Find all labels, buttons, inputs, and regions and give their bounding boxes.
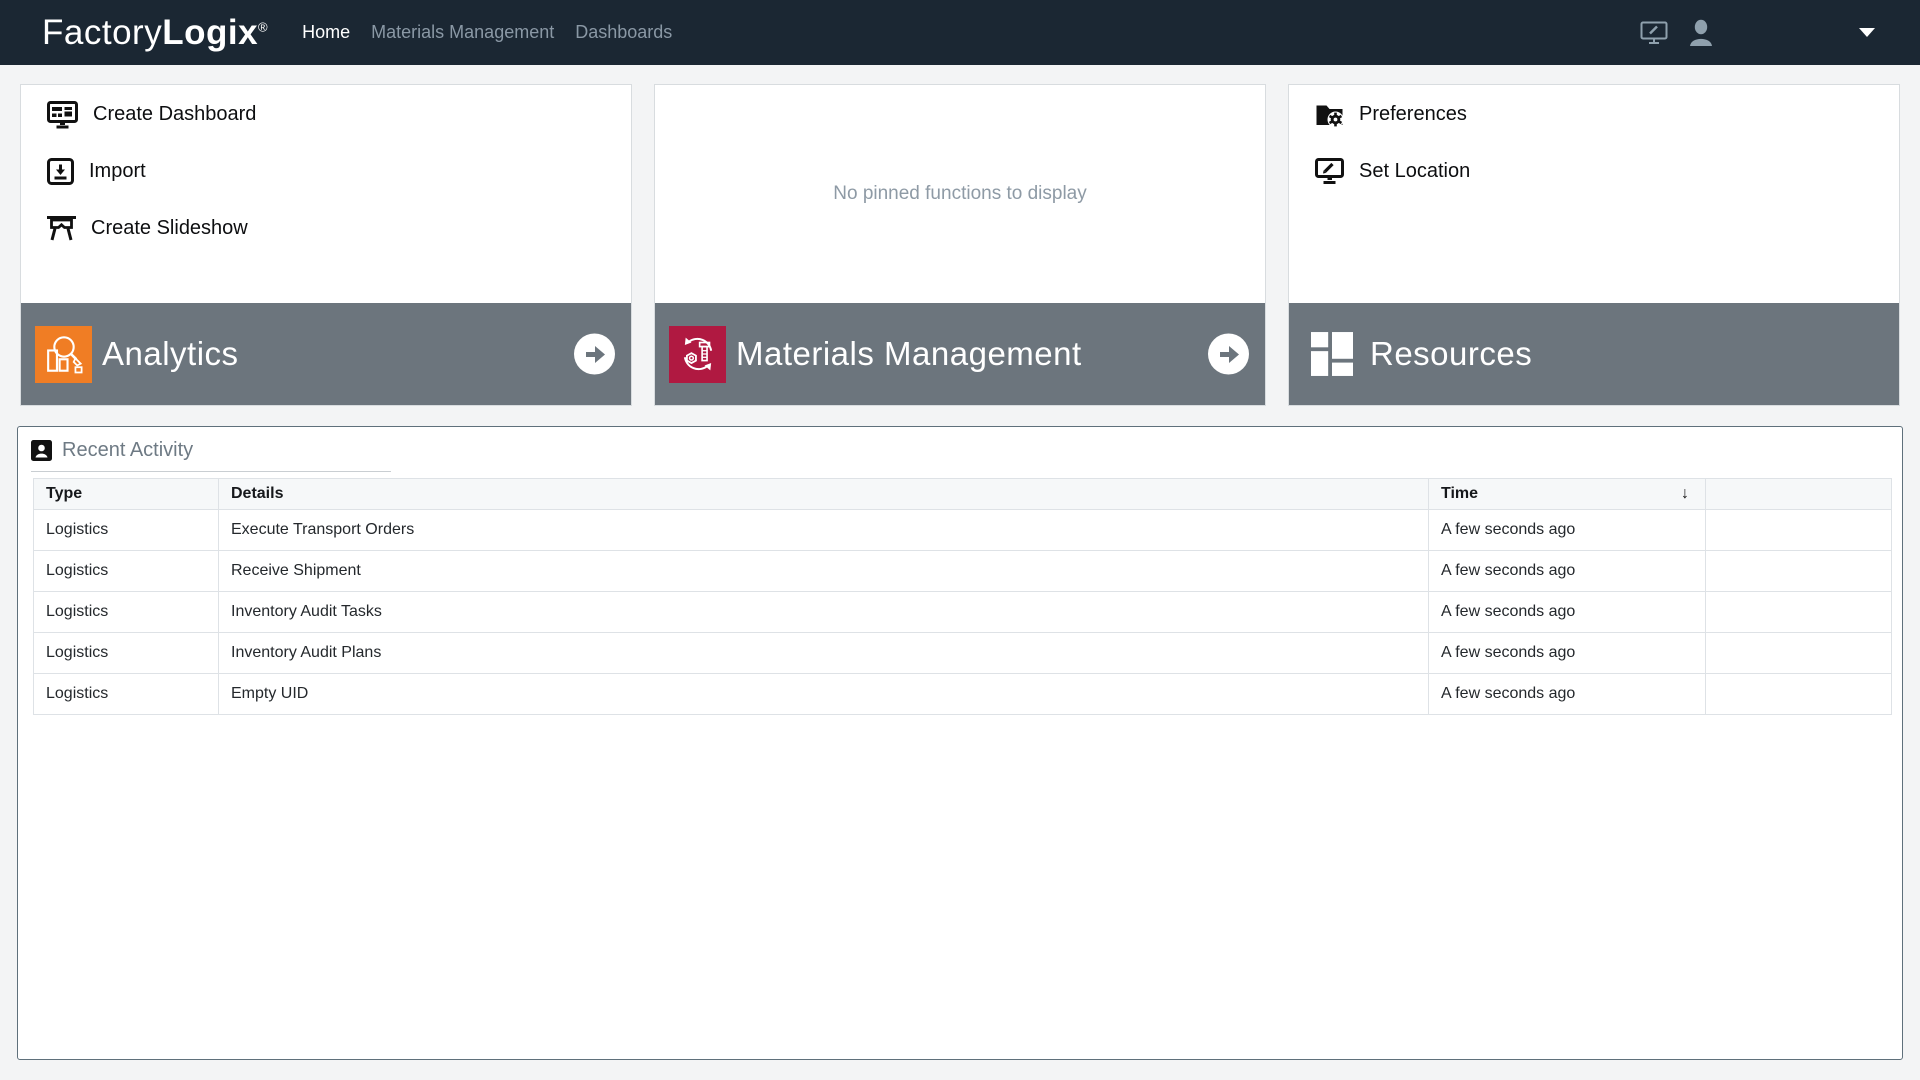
materials-band[interactable]: Materials Management: [655, 303, 1265, 405]
row-3-details: Inventory Audit Tasks: [219, 592, 1429, 633]
user-icon[interactable]: [1688, 19, 1714, 46]
create-slideshow-item[interactable]: Create Slideshow: [47, 200, 631, 257]
resources-band-title: Resources: [1370, 335, 1532, 373]
row-4-time: A few seconds ago: [1429, 633, 1706, 674]
resources-card: Preferences Set Location: [1288, 84, 1900, 406]
row-4-empty: [1706, 633, 1892, 674]
set-location-icon: [1315, 158, 1344, 185]
preferences-label: Preferences: [1359, 103, 1467, 126]
recent-activity-panel: Recent Activity Type Details Time ↓ Logi…: [17, 426, 1903, 1060]
column-header-time-label: Time: [1441, 485, 1478, 502]
top-navbar: FactoryLogix® Home Materials Management …: [0, 0, 1920, 65]
materials-band-title: Materials Management: [736, 335, 1082, 373]
create-slideshow-label: Create Slideshow: [91, 217, 248, 240]
row-5-empty: [1706, 674, 1892, 715]
recent-activity-title: Recent Activity: [62, 439, 193, 462]
create-slideshow-icon: [47, 215, 76, 242]
activity-row-2[interactable]: Logistics Receive Shipment A few seconds…: [34, 551, 1892, 592]
analytics-arrow-icon[interactable]: [574, 334, 615, 375]
create-dashboard-label: Create Dashboard: [93, 103, 256, 126]
materials-card-body: No pinned functions to display: [655, 85, 1265, 303]
recent-activity-table: Type Details Time ↓ Logistics Execute Tr…: [33, 478, 1892, 715]
resources-icon: [1303, 326, 1360, 383]
create-dashboard-icon: [47, 101, 78, 129]
column-header-type[interactable]: Type: [34, 479, 219, 510]
activity-row-4[interactable]: Logistics Inventory Audit Plans A few se…: [34, 633, 1892, 674]
nav-item-home[interactable]: Home: [300, 18, 352, 47]
navbar-right-group: [1640, 19, 1875, 46]
column-header-empty: [1706, 479, 1892, 510]
row-5-time: A few seconds ago: [1429, 674, 1706, 715]
caret-down-icon[interactable]: [1859, 28, 1875, 37]
sort-descending-icon: ↓: [1681, 485, 1689, 503]
resources-card-body: Preferences Set Location: [1289, 85, 1899, 303]
row-1-details: Execute Transport Orders: [219, 510, 1429, 551]
preferences-item[interactable]: Preferences: [1315, 86, 1899, 143]
registered-mark: ®: [258, 19, 268, 34]
row-1-empty: [1706, 510, 1892, 551]
row-2-time: A few seconds ago: [1429, 551, 1706, 592]
row-4-details: Inventory Audit Plans: [219, 633, 1429, 674]
set-location-item[interactable]: Set Location: [1315, 143, 1899, 200]
row-5-type: Logistics: [34, 674, 219, 715]
no-pinned-functions-text: No pinned functions to display: [833, 183, 1087, 205]
preferences-icon: [1315, 102, 1344, 127]
row-4-type: Logistics: [34, 633, 219, 674]
materials-management-icon: [669, 326, 726, 383]
import-item[interactable]: Import: [47, 143, 631, 200]
column-header-details[interactable]: Details: [219, 479, 1429, 510]
row-3-type: Logistics: [34, 592, 219, 633]
table-header-row: Type Details Time ↓: [34, 479, 1892, 510]
row-3-time: A few seconds ago: [1429, 592, 1706, 633]
nav-item-dashboards[interactable]: Dashboards: [573, 18, 674, 47]
column-header-time[interactable]: Time ↓: [1429, 479, 1706, 510]
contact-card-icon: [31, 440, 52, 461]
analytics-band[interactable]: Analytics: [21, 303, 631, 405]
main-nav: Home Materials Management Dashboards: [300, 18, 674, 47]
analytics-icon: [35, 326, 92, 383]
analytics-card-body: Create Dashboard Import: [21, 85, 631, 303]
factorylogix-logo: FactoryLogix®: [42, 13, 268, 53]
row-5-details: Empty UID: [219, 674, 1429, 715]
resources-band[interactable]: Resources: [1289, 303, 1899, 405]
activity-row-1[interactable]: Logistics Execute Transport Orders A few…: [34, 510, 1892, 551]
create-dashboard-item[interactable]: Create Dashboard: [47, 86, 631, 143]
import-label: Import: [89, 160, 146, 183]
import-icon: [47, 158, 74, 185]
row-1-time: A few seconds ago: [1429, 510, 1706, 551]
row-3-empty: [1706, 592, 1892, 633]
row-2-type: Logistics: [34, 551, 219, 592]
nav-item-materials-management[interactable]: Materials Management: [369, 18, 556, 47]
row-2-details: Receive Shipment: [219, 551, 1429, 592]
analytics-card: Create Dashboard Import: [20, 84, 632, 406]
analytics-band-title: Analytics: [102, 335, 239, 373]
home-cards-row: Create Dashboard Import: [20, 84, 1900, 406]
set-location-label: Set Location: [1359, 160, 1470, 183]
activity-row-3[interactable]: Logistics Inventory Audit Tasks A few se…: [34, 592, 1892, 633]
materials-arrow-icon[interactable]: [1208, 334, 1249, 375]
row-2-empty: [1706, 551, 1892, 592]
recent-activity-header: Recent Activity: [31, 439, 391, 472]
logo-text-bold: Logix: [162, 13, 258, 52]
logo-text-thin: Factory: [42, 13, 162, 52]
row-1-type: Logistics: [34, 510, 219, 551]
activity-row-5[interactable]: Logistics Empty UID A few seconds ago: [34, 674, 1892, 715]
display-edit-icon[interactable]: [1640, 21, 1668, 45]
materials-card: No pinned functions to display: [654, 84, 1266, 406]
